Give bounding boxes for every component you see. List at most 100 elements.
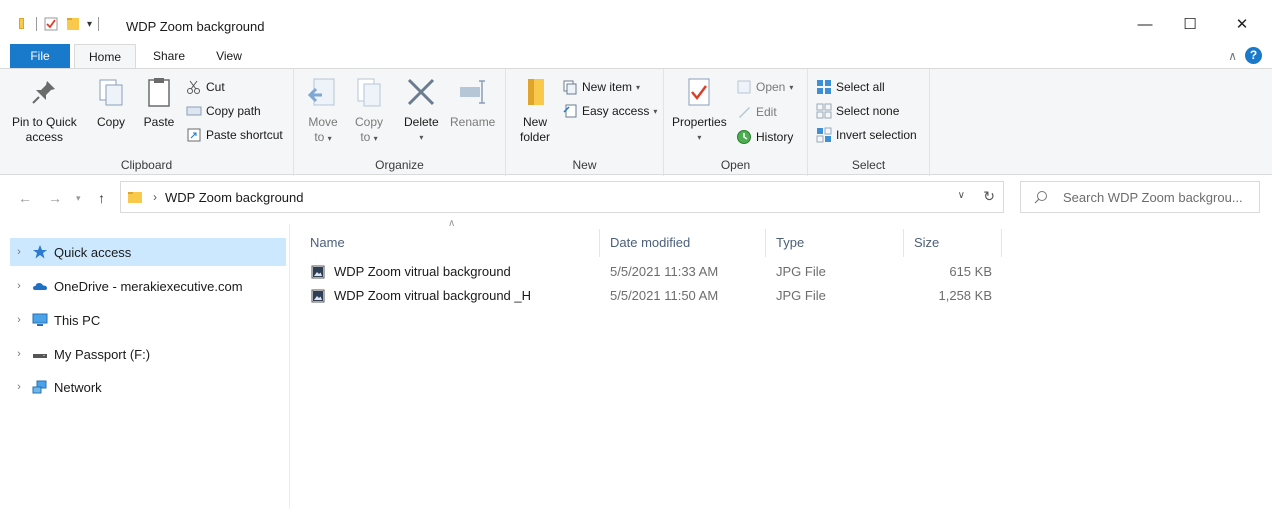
copy-button[interactable]: Copy bbox=[94, 75, 128, 130]
navigation-pane: › Quick access › OneDrive - merakiexecut… bbox=[0, 224, 290, 509]
table-row[interactable]: WDP Zoom vitrual background _H 5/5/2021 … bbox=[310, 284, 1002, 308]
ribbon: Pin to Quick access Copy Paste Cut Copy … bbox=[0, 68, 1272, 176]
group-new: New folder New item ▾ Easy access ▾ New bbox=[506, 69, 664, 176]
minimize-button[interactable]: — bbox=[1135, 14, 1155, 34]
copy-icon bbox=[99, 79, 123, 106]
paste-button[interactable]: Paste bbox=[142, 75, 176, 130]
sort-ascending-icon: ∧ bbox=[448, 218, 456, 229]
monitor-icon bbox=[32, 313, 48, 326]
move-to-icon bbox=[307, 78, 335, 106]
table-row[interactable]: WDP Zoom vitrual background 5/5/2021 11:… bbox=[310, 260, 1002, 284]
copy-path-icon bbox=[186, 106, 202, 116]
ribbon-right-controls: ∧ ? bbox=[1228, 47, 1262, 64]
forward-arrow-icon[interactable]: → bbox=[48, 190, 62, 206]
group-label-organize: Organize bbox=[375, 158, 424, 172]
easy-access-icon bbox=[563, 104, 577, 118]
edit-icon bbox=[739, 107, 750, 118]
pin-to-quick-access-button[interactable]: Pin to Quick access bbox=[12, 75, 77, 145]
paste-shortcut-button[interactable]: Paste shortcut bbox=[186, 127, 283, 143]
chevron-right-icon[interactable]: › bbox=[10, 246, 28, 258]
chevron-right-icon[interactable]: › bbox=[10, 280, 28, 292]
delete-icon bbox=[408, 78, 435, 106]
address-bar[interactable]: › WDP Zoom background ∨ ↻ bbox=[120, 181, 1004, 213]
chevron-right-icon[interactable]: › bbox=[10, 314, 28, 326]
search-icon bbox=[1034, 191, 1047, 204]
history-icon bbox=[737, 130, 751, 144]
pin-icon[interactable] bbox=[14, 16, 30, 32]
address-path[interactable]: WDP Zoom background bbox=[165, 190, 304, 205]
delete-button[interactable]: Delete ▾ bbox=[404, 75, 439, 145]
copy-to-icon bbox=[357, 78, 381, 107]
tab-share[interactable]: Share bbox=[142, 44, 196, 68]
chevron-right-icon[interactable]: › bbox=[10, 348, 28, 360]
chevron-down-icon[interactable]: ∨ bbox=[958, 190, 965, 201]
rename-button[interactable]: Rename bbox=[450, 75, 495, 130]
rename-icon bbox=[459, 80, 485, 104]
tab-file[interactable]: File bbox=[10, 44, 70, 68]
cloud-icon bbox=[33, 283, 47, 290]
quick-access-toolbar: ▾ bbox=[14, 16, 100, 32]
cut-button[interactable]: Cut bbox=[186, 79, 225, 95]
search-box bbox=[1020, 181, 1260, 213]
move-to-button[interactable]: Move to ▾ bbox=[306, 75, 340, 146]
file-type-cell: JPG File bbox=[776, 288, 826, 303]
nav-item-onedrive[interactable]: › OneDrive - merakiexecutive.com bbox=[10, 272, 286, 300]
drive-icon bbox=[33, 354, 47, 358]
chevron-up-icon[interactable]: ∧ bbox=[1228, 49, 1237, 63]
nav-item-my-passport[interactable]: › My Passport (F:) bbox=[10, 340, 286, 368]
properties-icon[interactable] bbox=[43, 16, 59, 32]
file-size-cell: 615 KB bbox=[949, 264, 992, 279]
new-folder-icon[interactable] bbox=[65, 16, 81, 32]
column-header-date-modified[interactable]: Date modified bbox=[600, 229, 766, 257]
invert-selection-icon bbox=[816, 127, 832, 143]
customize-qat-icon[interactable]: ▾ bbox=[87, 19, 92, 30]
file-name-cell: WDP Zoom vitrual background _H bbox=[310, 284, 531, 308]
column-header-name[interactable]: Name bbox=[300, 229, 600, 257]
properties-button[interactable]: Properties ▾ bbox=[672, 75, 727, 145]
help-icon[interactable]: ? bbox=[1245, 47, 1262, 64]
select-none-icon bbox=[816, 103, 832, 119]
select-all-button[interactable]: Select all bbox=[816, 79, 885, 95]
group-open: Properties ▾ Open ▾ Edit History Open bbox=[664, 69, 808, 176]
new-item-button[interactable]: New item ▾ bbox=[562, 79, 640, 95]
group-label-new: New bbox=[572, 158, 597, 172]
recent-locations-icon[interactable]: ▾ bbox=[76, 193, 81, 204]
network-icon bbox=[32, 380, 47, 394]
up-arrow-icon[interactable]: ↑ bbox=[98, 190, 105, 206]
file-type-cell: JPG File bbox=[776, 264, 826, 279]
group-label-clipboard: Clipboard bbox=[120, 158, 173, 172]
copy-path-button[interactable]: Copy path bbox=[186, 103, 261, 119]
file-name-cell: WDP Zoom vitrual background bbox=[310, 260, 511, 284]
tab-home[interactable]: Home bbox=[74, 44, 136, 68]
invert-selection-button[interactable]: Invert selection bbox=[816, 127, 917, 143]
window-title: WDP Zoom background bbox=[126, 19, 265, 34]
nav-item-quick-access[interactable]: › Quick access bbox=[10, 238, 286, 266]
column-header-type[interactable]: Type bbox=[766, 229, 904, 257]
refresh-icon[interactable]: ↻ bbox=[983, 188, 995, 205]
chevron-right-icon[interactable]: › bbox=[153, 190, 157, 204]
search-input[interactable] bbox=[1063, 189, 1253, 205]
close-button[interactable]: ✕ bbox=[1232, 14, 1252, 34]
copy-to-button[interactable]: Copy to ▾ bbox=[352, 75, 386, 146]
easy-access-button[interactable]: Easy access ▾ bbox=[562, 103, 657, 119]
chevron-right-icon[interactable]: › bbox=[10, 381, 28, 393]
history-button[interactable]: History bbox=[736, 129, 793, 145]
ribbon-tabs: File Home Share View ∧ ? bbox=[0, 44, 1272, 68]
file-size-cell: 1,258 KB bbox=[938, 288, 993, 303]
maximize-button[interactable]: ☐ bbox=[1180, 14, 1200, 34]
edit-button[interactable]: Edit bbox=[736, 104, 777, 120]
select-none-button[interactable]: Select none bbox=[816, 103, 899, 119]
open-button[interactable]: Open ▾ bbox=[736, 79, 793, 95]
qat-separator bbox=[98, 17, 100, 31]
nav-item-network[interactable]: › Network bbox=[10, 373, 286, 401]
new-folder-button[interactable]: New folder bbox=[518, 75, 552, 145]
nav-item-this-pc[interactable]: › This PC bbox=[10, 306, 286, 334]
back-arrow-icon[interactable]: ← bbox=[18, 190, 32, 206]
group-clipboard: Pin to Quick access Copy Paste Cut Copy … bbox=[0, 69, 294, 176]
file-date-cell: 5/5/2021 11:50 AM bbox=[610, 288, 719, 303]
pushpin-icon bbox=[32, 81, 56, 104]
tab-view[interactable]: View bbox=[202, 44, 256, 68]
file-list: ∧ Name Date modified Type Size WDP Zoom … bbox=[300, 218, 1272, 509]
group-select: Select all Select none Invert selection … bbox=[808, 69, 930, 176]
column-header-size[interactable]: Size bbox=[904, 229, 1002, 257]
